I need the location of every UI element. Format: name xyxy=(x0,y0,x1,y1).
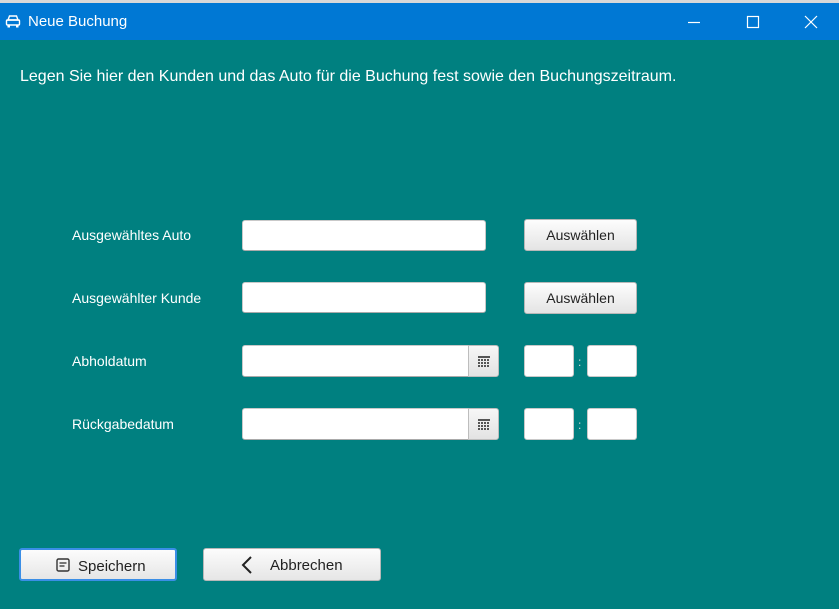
car-icon xyxy=(5,15,21,28)
return-calendar-button[interactable] xyxy=(468,408,499,440)
cancel-button[interactable]: Abbrechen xyxy=(203,548,381,581)
save-button-label: Speichern xyxy=(78,558,146,575)
pickup-time-separator: : xyxy=(578,355,582,369)
minimize-button[interactable] xyxy=(666,3,722,40)
return-date-label: Rückgabedatum xyxy=(72,416,174,432)
customer-label: Ausgewählter Kunde xyxy=(72,290,202,306)
window-title: Neue Buchung xyxy=(28,13,128,30)
minimize-icon xyxy=(688,21,700,24)
close-icon xyxy=(804,15,818,29)
calendar-icon xyxy=(478,356,490,367)
car-field[interactable] xyxy=(242,220,486,251)
chevron-left-icon xyxy=(241,556,252,574)
return-time-separator: : xyxy=(578,418,582,432)
cancel-button-label: Abbrechen xyxy=(270,557,343,574)
pickup-date-input[interactable] xyxy=(242,345,469,377)
pickup-minute-input[interactable] xyxy=(587,345,637,377)
car-label: Ausgewähltes Auto xyxy=(72,227,192,243)
maximize-icon xyxy=(746,15,760,29)
save-button[interactable]: Speichern xyxy=(19,548,177,581)
intro-text: Legen Sie hier den Kunden und das Auto f… xyxy=(20,68,677,85)
pickup-date-label: Abholdatum xyxy=(72,353,147,369)
return-date-input[interactable] xyxy=(242,408,469,440)
close-button[interactable] xyxy=(783,3,839,40)
select-customer-button[interactable]: Auswählen xyxy=(524,282,637,314)
calendar-icon xyxy=(478,419,490,430)
pickup-date-picker xyxy=(242,345,499,377)
select-car-button[interactable]: Auswählen xyxy=(524,219,637,251)
pickup-hour-input[interactable] xyxy=(524,345,574,377)
dialog-content: Legen Sie hier den Kunden und das Auto f… xyxy=(0,40,839,609)
pickup-calendar-button[interactable] xyxy=(468,345,499,377)
return-minute-input[interactable] xyxy=(587,408,637,440)
return-date-picker xyxy=(242,408,499,440)
save-icon xyxy=(56,558,70,572)
customer-field[interactable] xyxy=(242,282,486,313)
maximize-button[interactable] xyxy=(725,3,781,40)
title-bar[interactable]: Neue Buchung xyxy=(0,3,839,40)
return-hour-input[interactable] xyxy=(524,408,574,440)
